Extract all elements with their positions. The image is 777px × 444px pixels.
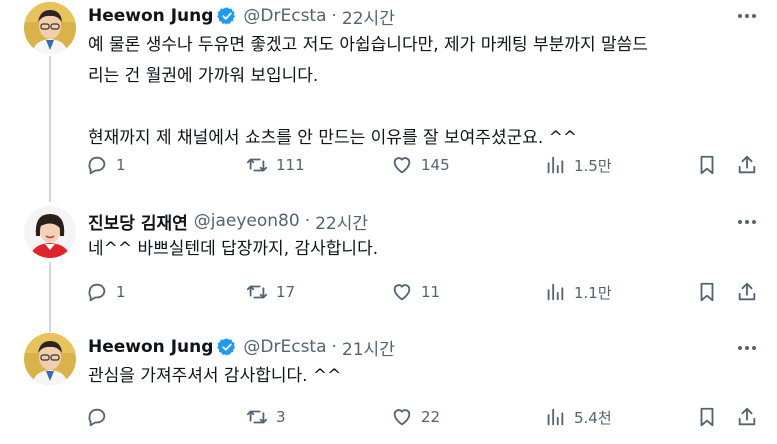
separator-dot: · bbox=[331, 6, 337, 26]
tweet[interactable]: Heewon Jung @DrEcsta · 21시간 관심을 가져주셔서 감사… bbox=[0, 333, 777, 441]
like-icon bbox=[393, 284, 411, 301]
handle[interactable]: @DrEcsta bbox=[243, 6, 326, 26]
share-icon bbox=[738, 282, 756, 301]
retweet-icon bbox=[246, 158, 268, 172]
verified-badge-icon bbox=[217, 338, 236, 356]
reply-count: 1 bbox=[116, 156, 126, 174]
like-button[interactable]: 22 bbox=[391, 403, 440, 431]
tweet-header: Heewon Jung @DrEcsta · 22시간 bbox=[88, 3, 395, 29]
share-button[interactable] bbox=[736, 403, 758, 431]
separator-dot: · bbox=[331, 337, 337, 357]
retweet-count: 111 bbox=[276, 156, 305, 174]
views-button[interactable]: 1.5만 bbox=[544, 151, 612, 179]
views-icon bbox=[547, 283, 564, 301]
reply-count: 1 bbox=[116, 283, 126, 301]
retweet-count: 17 bbox=[276, 283, 296, 301]
retweet-icon bbox=[246, 285, 268, 299]
retweet-count: 3 bbox=[276, 408, 286, 426]
views-icon bbox=[547, 408, 564, 426]
tweet[interactable]: Heewon Jung @DrEcsta · 22시간 예 물론 생수나 두유면… bbox=[0, 2, 777, 182]
tweet-header: Heewon Jung @DrEcsta · 21시간 bbox=[88, 334, 395, 360]
avatar[interactable] bbox=[24, 333, 76, 385]
timestamp[interactable]: 21시간 bbox=[342, 335, 395, 360]
reply-button[interactable] bbox=[86, 403, 116, 431]
timestamp[interactable]: 22시간 bbox=[342, 4, 395, 29]
share-icon bbox=[738, 155, 756, 174]
like-count: 22 bbox=[421, 408, 441, 426]
like-count: 145 bbox=[421, 156, 450, 174]
tweet-text: 네^^ 바쁘실텐데 답장까지, 감사합니다. bbox=[88, 239, 379, 259]
views-count: 5.4천 bbox=[574, 408, 612, 427]
like-icon bbox=[393, 157, 411, 174]
views-count: 1.5만 bbox=[574, 156, 612, 175]
display-name[interactable]: 진보당 김재연 bbox=[88, 209, 188, 234]
reply-button[interactable]: 1 bbox=[86, 151, 126, 179]
display-name[interactable]: Heewon Jung bbox=[88, 337, 213, 357]
like-icon bbox=[393, 409, 411, 426]
reply-icon bbox=[88, 156, 106, 175]
avatar[interactable] bbox=[24, 2, 76, 54]
views-icon bbox=[547, 156, 564, 174]
tweet-header: 진보당 김재연 @jaeyeon80 · 22시간 bbox=[88, 208, 368, 234]
like-button[interactable]: 145 bbox=[391, 151, 450, 179]
tweet-actions: 3 22 5.4천 bbox=[86, 403, 766, 431]
tweet[interactable]: 진보당 김재연 @jaeyeon80 · 22시간 네^^ 바쁘실텐데 답장까지… bbox=[0, 206, 777, 310]
share-button[interactable] bbox=[736, 151, 758, 179]
like-count: 11 bbox=[421, 283, 441, 301]
share-icon bbox=[738, 407, 756, 426]
tweet-actions: 1 17 11 1.1만 bbox=[86, 278, 766, 306]
avatar[interactable] bbox=[24, 206, 76, 258]
more-icon[interactable] bbox=[735, 340, 759, 356]
handle[interactable]: @jaeyeon80 bbox=[194, 211, 300, 231]
display-name[interactable]: Heewon Jung bbox=[88, 6, 213, 26]
tweet-text: 관심을 가져주셔서 감사합니다. ^^ bbox=[88, 366, 342, 386]
more-icon[interactable] bbox=[735, 214, 759, 230]
handle[interactable]: @DrEcsta bbox=[243, 337, 326, 357]
bookmark-button[interactable] bbox=[696, 278, 718, 306]
reply-icon bbox=[88, 408, 106, 427]
bookmark-icon bbox=[700, 407, 714, 427]
timestamp[interactable]: 22시간 bbox=[315, 209, 368, 234]
retweet-icon bbox=[246, 410, 268, 424]
bookmark-button[interactable] bbox=[696, 403, 718, 431]
verified-badge-icon bbox=[217, 7, 236, 25]
tweet-actions: 1 111 145 1.5만 bbox=[86, 151, 766, 179]
retweet-button[interactable]: 17 bbox=[246, 278, 295, 306]
retweet-button[interactable]: 111 bbox=[246, 151, 305, 179]
bookmark-button[interactable] bbox=[696, 151, 718, 179]
tweet-text: 예 물론 생수나 두유면 좋겠고 저도 아쉽습니다만, 제가 마케팅 부분까지 … bbox=[88, 35, 648, 148]
reply-icon bbox=[88, 283, 106, 302]
retweet-button[interactable]: 3 bbox=[246, 403, 286, 431]
views-button[interactable]: 5.4천 bbox=[544, 403, 612, 431]
bookmark-icon bbox=[700, 155, 714, 175]
more-icon[interactable] bbox=[735, 8, 759, 24]
views-count: 1.1만 bbox=[574, 283, 612, 302]
bookmark-icon bbox=[700, 282, 714, 302]
separator-dot: · bbox=[304, 211, 311, 231]
views-button[interactable]: 1.1만 bbox=[544, 278, 612, 306]
like-button[interactable]: 11 bbox=[391, 278, 440, 306]
reply-button[interactable]: 1 bbox=[86, 278, 126, 306]
share-button[interactable] bbox=[736, 278, 758, 306]
